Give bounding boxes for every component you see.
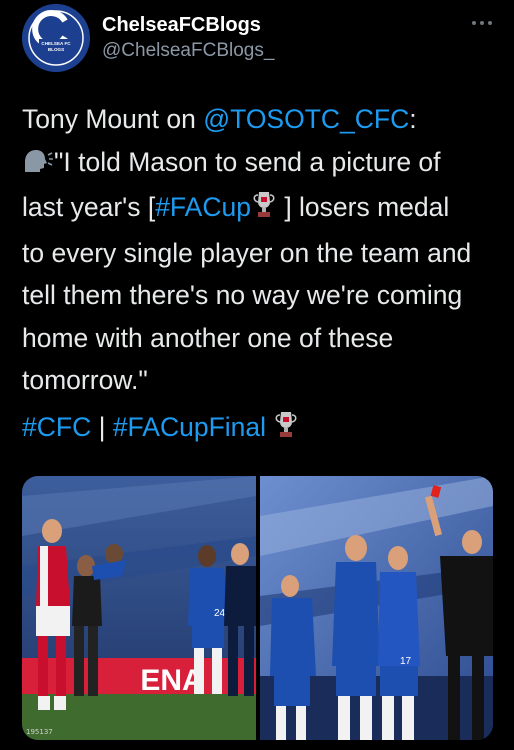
tweet-line-3-prefix: last year's [ (22, 192, 156, 222)
facup-hashtag-link[interactable]: #FACup (155, 192, 251, 222)
tweet-line-6: home with another one of these (22, 322, 394, 353)
tweet-line-5: tell them there's no way we're coming (22, 280, 463, 310)
tweet-line-1: Tony Mount on @TOSOTC_CFC: (22, 98, 496, 141)
mention-link[interactable]: @TOSOTC_CFC (203, 104, 409, 134)
hashtag-row: #CFC | #FACupFinal (22, 406, 299, 451)
trophy-icon (251, 189, 277, 232)
tweet-text: Tony Mount on @TOSOTC_CFC: "I told Mason… (22, 98, 496, 402)
tweet-line-7: tomorrow." (22, 365, 148, 395)
media-photo-right[interactable]: 17 (260, 476, 493, 740)
red-card-photo: 17 (260, 476, 493, 740)
media-photo-left[interactable]: ENA 24 195137 (22, 476, 256, 740)
celebration-photo: ENA 24 195137 (22, 476, 256, 740)
tweet-line-4: to every single player on the team and (22, 237, 472, 268)
player-number-left: 24 (214, 608, 226, 619)
tweet-line-1-suffix: : (409, 104, 417, 134)
tweet-line-3-suffix: ] losers medal (276, 192, 450, 222)
photo-watermark: 195137 (26, 728, 53, 736)
ellipsis-icon (472, 21, 492, 25)
display-name[interactable]: ChelseaFCBlogs (102, 14, 261, 37)
account-handle[interactable]: @ChelseaFCBlogs_ (102, 40, 274, 62)
tweet-line-1-prefix: Tony Mount on (22, 104, 204, 134)
cfc-hashtag-link[interactable]: #CFC (22, 412, 91, 442)
tweet-line-3: last year's [#FACup ] losers medal (22, 186, 496, 232)
hashtag-separator: | (91, 412, 113, 442)
trophy-icon (273, 409, 299, 451)
more-options-icon[interactable] (470, 14, 494, 28)
player-number-right: 17 (400, 656, 412, 667)
chelsea-blogs-logo-icon: CHELSEA FC BLOGS (22, 4, 90, 72)
avatar-text-bottom: BLOGS (48, 47, 64, 52)
tweet-line-2-text: "I told Mason to send a picture of (54, 146, 441, 177)
facupfinal-hashtag-link[interactable]: #FACupFinal (113, 412, 266, 442)
tweet-line-2: "I told Mason to send a picture of (22, 141, 496, 187)
tweet-media[interactable]: ENA 24 195137 17 (22, 476, 493, 740)
avatar[interactable]: CHELSEA FC BLOGS (22, 4, 90, 72)
speaking-head-icon (22, 144, 54, 187)
avatar-text-top: CHELSEA FC (41, 41, 71, 46)
